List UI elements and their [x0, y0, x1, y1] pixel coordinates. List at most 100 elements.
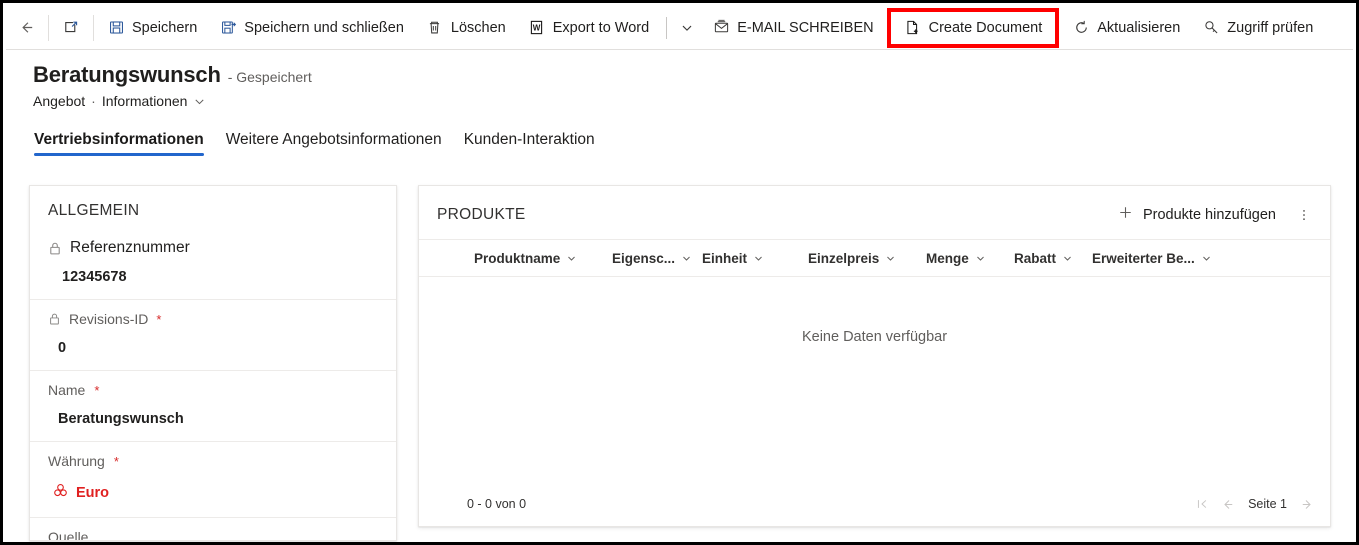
field-quelle: Quelle [30, 517, 396, 541]
field-label: Revisions-ID * [48, 300, 378, 330]
field-value-lookup[interactable]: Euro [48, 472, 378, 517]
title-row: Beratungswunsch - Gespeichert [33, 62, 1353, 88]
record-count-label: 0 - 0 von 0 [467, 497, 526, 511]
create-document-icon [904, 19, 922, 37]
chevron-down-icon [681, 253, 692, 264]
column-header-eigenschaften[interactable]: Eigensc... [612, 251, 702, 266]
field-label-text: Quelle [48, 529, 88, 541]
chevron-down-icon [566, 253, 577, 264]
tab-label: Vertriebsinformationen [34, 131, 204, 148]
column-header-produktname[interactable]: Produktname [474, 251, 612, 266]
export-to-word-button[interactable]: W Export to Word [517, 6, 660, 50]
svg-text:W: W [533, 24, 541, 33]
column-header-rabatt[interactable]: Rabatt [1014, 251, 1092, 266]
toolbar-divider [93, 15, 94, 41]
tab-weitere-angebotsinformationen[interactable]: Weitere Angebotsinformationen [226, 131, 442, 156]
required-indicator: * [156, 313, 161, 326]
breadcrumb-entity[interactable]: Angebot [33, 93, 85, 109]
add-products-button[interactable]: Produkte hinzufügen [1108, 200, 1286, 229]
tab-label: Weitere Angebotsinformationen [226, 131, 442, 148]
chevron-down-icon[interactable] [193, 95, 206, 108]
required-indicator: * [114, 455, 119, 468]
field-label-text: Währung [48, 453, 105, 469]
tab-label: Kunden-Interaktion [464, 131, 595, 148]
column-label: Eigensc... [612, 251, 675, 266]
breadcrumb-form[interactable]: Informationen [102, 93, 188, 109]
page-title: Beratungswunsch [33, 62, 221, 88]
breadcrumb: Angebot · Informationen [33, 93, 1353, 109]
products-grid-footer: 0 - 0 von 0 Seite 1 [419, 482, 1330, 526]
refresh-button[interactable]: Aktualisieren [1061, 6, 1191, 50]
word-icon: W [528, 19, 546, 37]
field-label-text: Referenznummer [70, 239, 190, 257]
field-referenznummer: Referenznummer 12345678 [30, 229, 396, 299]
page-label: Seite 1 [1248, 497, 1287, 511]
overflow-menu-button[interactable] [673, 6, 701, 50]
kebab-icon[interactable] [1290, 201, 1318, 229]
refresh-label: Aktualisieren [1097, 20, 1180, 36]
email-icon [712, 19, 730, 37]
refresh-icon [1072, 19, 1090, 37]
check-access-label: Zugriff prüfen [1227, 20, 1313, 36]
add-products-label: Produkte hinzufügen [1143, 207, 1276, 223]
column-label: Einheit [702, 251, 747, 266]
column-label: Erweiterter Be... [1092, 251, 1195, 266]
chevron-down-icon [885, 253, 896, 264]
products-actions: Produkte hinzufügen [1108, 200, 1318, 229]
column-header-einzelpreis[interactable]: Einzelpreis [808, 251, 926, 266]
lock-icon [48, 312, 61, 326]
popout-button[interactable] [51, 6, 91, 50]
column-header-menge[interactable]: Menge [926, 251, 1014, 266]
lock-icon [48, 241, 62, 256]
previous-page-icon[interactable] [1221, 497, 1236, 512]
save-button[interactable]: Speichern [96, 6, 208, 50]
delete-button[interactable]: Löschen [415, 6, 517, 50]
next-page-icon[interactable] [1299, 497, 1314, 512]
field-label-text: Name [48, 382, 85, 398]
field-label-text: Revisions-ID [69, 311, 148, 327]
create-document-highlight: Create Document [887, 8, 1060, 48]
plus-icon [1118, 205, 1133, 224]
chevron-down-icon [975, 253, 986, 264]
create-document-label: Create Document [929, 20, 1043, 36]
save-icon [107, 19, 125, 37]
tab-vertriebsinformationen[interactable]: Vertriebsinformationen [34, 131, 204, 156]
create-document-button[interactable]: Create Document [893, 13, 1054, 43]
products-grid-header: PRODUKTE Produkte hinzufügen [419, 186, 1330, 239]
command-bar: Speichern Speichern und schließen [6, 6, 1353, 50]
field-value[interactable]: Beratungswunsch [48, 401, 378, 441]
save-and-close-label: Speichern und schließen [244, 20, 404, 36]
toolbar-divider [48, 15, 49, 41]
app-frame: Speichern Speichern und schließen [0, 0, 1359, 545]
column-header-erweiterter-betrag[interactable]: Erweiterter Be... [1092, 251, 1212, 266]
form-tabs: Vertriebsinformationen Weitere Angebotsi… [6, 131, 1353, 171]
record-header: Beratungswunsch - Gespeichert Angebot · … [6, 50, 1353, 126]
check-access-button[interactable]: Zugriff prüfen [1191, 6, 1324, 50]
delete-label: Löschen [451, 20, 506, 36]
column-label: Einzelpreis [808, 251, 879, 266]
field-value[interactable]: 0 [48, 330, 378, 370]
export-to-word-label: Export to Word [553, 20, 649, 36]
field-name: Name * Beratungswunsch [30, 370, 396, 441]
save-and-close-button[interactable]: Speichern und schließen [208, 6, 415, 50]
tab-kunden-interaktion[interactable]: Kunden-Interaktion [464, 131, 595, 156]
write-email-button[interactable]: E-MAIL SCHREIBEN [701, 6, 884, 50]
column-label: Rabatt [1014, 251, 1056, 266]
field-label: Quelle [48, 518, 378, 541]
column-header-einheit[interactable]: Einheit [702, 251, 808, 266]
field-value: 12345678 [48, 259, 378, 299]
field-value-text: Euro [76, 485, 109, 501]
write-email-label: E-MAIL SCHREIBEN [737, 20, 873, 36]
pagination: Seite 1 [1195, 497, 1314, 512]
column-label: Menge [926, 251, 969, 266]
column-label: Produktname [474, 251, 560, 266]
first-page-icon[interactable] [1195, 497, 1209, 511]
products-grid: PRODUKTE Produkte hinzufügen [418, 185, 1331, 527]
empty-state-message: Keine Daten verfügbar [419, 277, 1330, 345]
save-label: Speichern [132, 20, 197, 36]
currency-lookup-icon [52, 482, 69, 503]
products-title: PRODUKTE [437, 206, 526, 224]
check-access-icon [1202, 19, 1220, 37]
delete-icon [426, 19, 444, 37]
back-button[interactable] [6, 6, 46, 50]
